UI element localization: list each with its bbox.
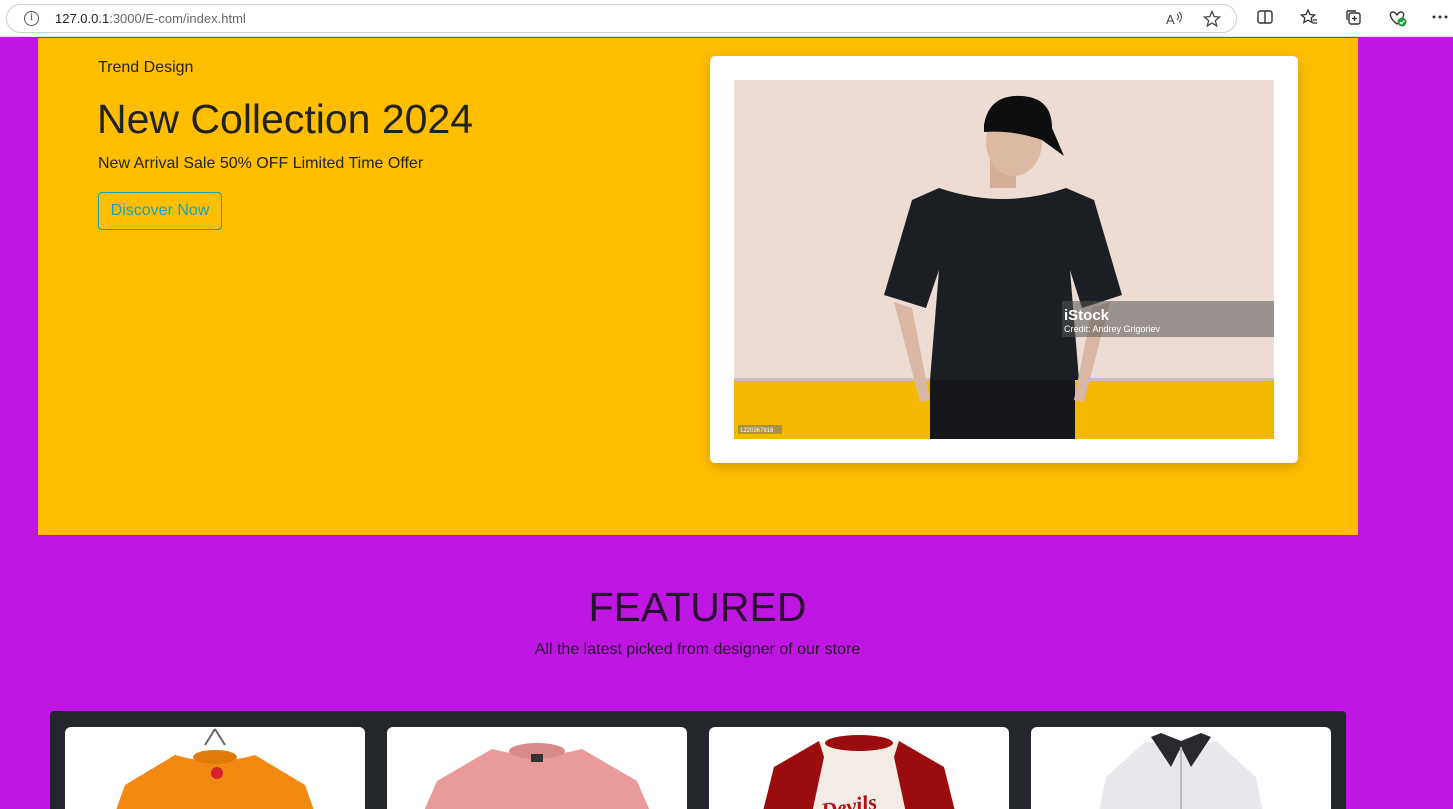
site-info-icon[interactable]: i [24,11,39,26]
svg-text:A: A [1166,12,1175,27]
more-menu-icon[interactable] [1430,8,1450,28]
hero-title: New Collection 2024 [97,96,474,142]
hero-section: Trend Design New Collection 2024 New Arr… [38,38,1358,535]
product-card[interactable] [65,727,365,809]
browser-toolbar: i 127.0.0.1:3000/E-com/index.html A [0,0,1453,37]
favorite-star-icon[interactable] [1202,9,1222,32]
white-shirt-image [1099,733,1263,809]
hero-image-card: iStock Credit: Andrey Grigoriev 12203679… [710,56,1298,463]
hero-kicker: Trend Design [98,59,194,76]
pink-tshirt-image [424,743,650,809]
hero-model-image: iStock Credit: Andrey Grigoriev 12203679… [734,80,1274,439]
featured-subtitle: All the latest picked from designer of o… [534,641,861,658]
products-grid: Devils [50,711,1346,809]
read-aloud-icon[interactable]: A [1165,10,1183,32]
image-id: 1220367916 [740,428,774,434]
hero-subtitle: New Arrival Sale 50% OFF Limited Time Of… [98,155,424,172]
url-text[interactable]: 127.0.0.1:3000/E-com/index.html [55,11,246,26]
split-screen-icon[interactable] [1255,8,1275,28]
browser-essentials-icon[interactable] [1387,8,1407,28]
favorites-icon[interactable] [1299,8,1319,28]
url-path: :3000/E-com/index.html [109,11,246,26]
url-host: 127.0.0.1 [55,11,110,26]
image-watermark: iStock [1064,307,1110,324]
image-credit: Credit: Andrey Grigoriev [1064,324,1161,334]
product-card[interactable]: Devils [709,727,1009,809]
discover-now-button[interactable]: Discover Now [98,192,222,230]
collections-icon[interactable] [1343,8,1363,28]
orange-tshirt-image [116,728,314,809]
featured-title: FEATURED [588,584,807,630]
product-card[interactable] [387,727,687,809]
raglan-tshirt-image: Devils [763,735,955,809]
product-card[interactable] [1031,727,1331,809]
address-bar[interactable]: i 127.0.0.1:3000/E-com/index.html A [6,4,1237,33]
